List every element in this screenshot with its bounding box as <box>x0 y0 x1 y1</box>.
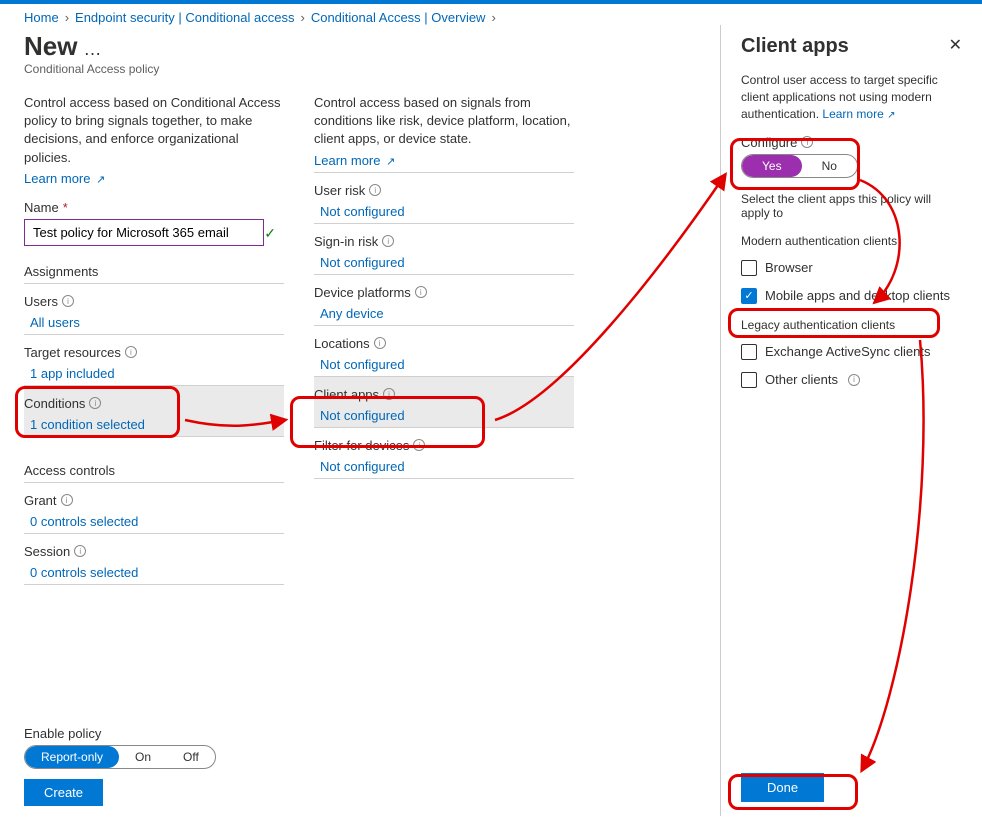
conditions-intro: Control access based on signals from con… <box>314 94 574 149</box>
configure-yes[interactable]: Yes <box>742 155 802 177</box>
checkmark-icon: ✓ <box>264 225 276 242</box>
enable-policy-label: Enable policy <box>24 726 720 741</box>
device-platforms-row[interactable]: Device platforms i Any device <box>314 275 574 326</box>
more-menu-icon[interactable]: … <box>77 39 102 60</box>
assignments-header: Assignments <box>24 264 284 284</box>
page-title: New <box>24 31 77 62</box>
external-link-icon: ↗ <box>887 110 895 121</box>
client-apps-row[interactable]: Client apps i Not configured <box>314 377 574 428</box>
enable-policy-toggle[interactable]: Report-only On Off <box>24 745 216 769</box>
eas-checkbox-row[interactable]: Exchange ActiveSync clients <box>741 344 962 360</box>
info-icon: i <box>415 286 427 298</box>
learn-more-link-conditions[interactable]: Learn more ↗ <box>314 153 395 168</box>
breadcrumb-home[interactable]: Home <box>24 10 59 25</box>
info-icon: i <box>848 374 860 386</box>
checkbox-icon[interactable] <box>741 372 757 388</box>
name-input[interactable] <box>24 219 264 246</box>
info-icon: i <box>62 295 74 307</box>
external-link-icon: ↗ <box>386 156 395 168</box>
mobile-apps-checkbox-row[interactable]: Mobile apps and desktop clients <box>741 288 962 304</box>
user-risk-row[interactable]: User risk i Not configured <box>314 173 574 224</box>
browser-checkbox-row[interactable]: Browser <box>741 260 962 276</box>
select-apps-text: Select the client apps this policy will … <box>741 192 962 220</box>
info-icon: i <box>61 494 73 506</box>
grant-row[interactable]: Grant i 0 controls selected <box>24 483 284 534</box>
info-icon: i <box>374 337 386 349</box>
info-icon: i <box>383 388 395 400</box>
breadcrumb: Home› Endpoint security | Conditional ac… <box>0 4 982 25</box>
info-icon: i <box>74 545 86 557</box>
checkbox-icon[interactable] <box>741 288 757 304</box>
modern-auth-label: Modern authentication clients <box>741 234 962 248</box>
breadcrumb-endpoint[interactable]: Endpoint security | Conditional access <box>75 10 294 25</box>
report-only-option[interactable]: Report-only <box>25 746 119 768</box>
off-option[interactable]: Off <box>167 746 215 768</box>
external-link-icon: ↗ <box>96 174 105 186</box>
conditions-row[interactable]: Conditions i 1 condition selected <box>24 386 284 437</box>
filter-devices-row[interactable]: Filter for devices i Not configured <box>314 428 574 479</box>
info-icon: i <box>801 136 813 148</box>
done-button[interactable]: Done <box>741 773 824 802</box>
target-resources-row[interactable]: Target resources i 1 app included <box>24 335 284 386</box>
name-label: Name <box>24 200 59 215</box>
create-button[interactable]: Create <box>24 779 103 806</box>
legacy-auth-label: Legacy authentication clients <box>741 318 962 332</box>
checkbox-icon[interactable] <box>741 260 757 276</box>
configure-label: Configure <box>741 135 797 150</box>
on-option[interactable]: On <box>119 746 167 768</box>
info-icon: i <box>413 439 425 451</box>
panel-learn-more[interactable]: Learn more ↗ <box>822 107 895 121</box>
breadcrumb-overview[interactable]: Conditional Access | Overview <box>311 10 486 25</box>
session-row[interactable]: Session i 0 controls selected <box>24 534 284 585</box>
info-icon: i <box>125 346 137 358</box>
configure-no[interactable]: No <box>802 155 857 177</box>
close-icon[interactable]: ✕ <box>949 35 962 55</box>
info-icon: i <box>382 235 394 247</box>
configure-toggle[interactable]: Yes No <box>741 154 858 178</box>
signin-risk-row[interactable]: Sign-in risk i Not configured <box>314 224 574 275</box>
intro-text: Control access based on Conditional Acce… <box>24 94 284 167</box>
access-controls-header: Access controls <box>24 463 284 483</box>
other-clients-checkbox-row[interactable]: Other clients i <box>741 372 962 388</box>
info-icon: i <box>89 397 101 409</box>
info-icon: i <box>369 184 381 196</box>
locations-row[interactable]: Locations i Not configured <box>314 326 574 377</box>
users-row[interactable]: Users i All users <box>24 284 284 335</box>
learn-more-link[interactable]: Learn more ↗ <box>24 171 105 186</box>
checkbox-icon[interactable] <box>741 344 757 360</box>
page-subtitle: Conditional Access policy <box>24 62 700 76</box>
panel-title: Client apps <box>741 35 849 58</box>
